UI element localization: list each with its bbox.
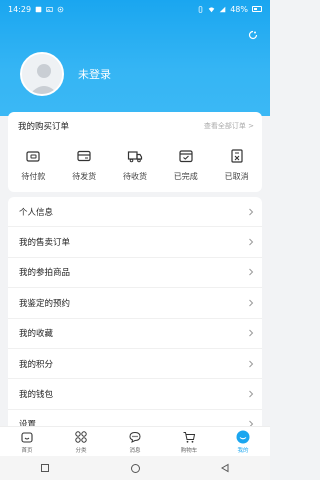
order-pending-payment[interactable]: 待付款	[10, 148, 56, 182]
doc-cancel-icon	[230, 149, 243, 163]
menu-item-auction-items[interactable]: 我的参拍商品	[8, 258, 262, 289]
order-label: 待付款	[21, 172, 46, 181]
bottom-tab-bar: 首页 分类 消息 购物车 我的	[0, 426, 270, 456]
tab-label: 分类	[75, 447, 87, 454]
signal-icon	[219, 6, 226, 12]
system-navigation-bar	[0, 456, 270, 480]
refresh-settings-button[interactable]	[246, 28, 260, 42]
status-bar: 14:29 48%	[0, 0, 270, 18]
login-status[interactable]: 未登录	[78, 66, 111, 82]
tab-category[interactable]: 分类	[54, 430, 108, 454]
tab-messages[interactable]: 消息	[108, 430, 162, 454]
image-icon	[46, 6, 53, 12]
home-button[interactable]	[128, 461, 142, 475]
battery-percent: 48%	[230, 4, 248, 14]
wallet-icon	[26, 151, 40, 162]
default-avatar-icon	[22, 54, 62, 94]
settings-menu: 个人信息 我的售卖订单 我的参拍商品 我鉴定的预约 我的收藏 我的积分 我的钱包…	[8, 197, 262, 441]
status-time: 14:29	[8, 4, 32, 14]
tab-label: 消息	[129, 447, 141, 454]
chevron-right-icon	[249, 329, 254, 337]
order-cancelled[interactable]: 已取消	[214, 148, 260, 182]
menu-item-label: 我鉴定的预约	[19, 298, 71, 309]
order-pending-shipment[interactable]: 待发货	[61, 148, 107, 182]
grid-icon	[75, 430, 87, 443]
at-icon	[57, 6, 64, 12]
notification-icon	[35, 6, 42, 12]
circle-icon	[130, 463, 140, 473]
tab-profile[interactable]: 我的	[216, 430, 270, 454]
chevron-right-icon	[249, 299, 254, 307]
purchase-orders-title: 我的购买订单	[18, 122, 70, 132]
order-completed[interactable]: 已完成	[163, 148, 209, 182]
menu-item-wallet[interactable]: 我的钱包	[8, 379, 262, 410]
order-label: 待收货	[122, 172, 147, 181]
chevron-right-icon	[249, 390, 254, 398]
chevron-right-icon	[249, 360, 254, 367]
tab-label: 首页	[21, 447, 33, 454]
message-icon	[129, 431, 141, 443]
order-label: 待发货	[72, 172, 97, 181]
recent-apps-button[interactable]	[38, 461, 52, 475]
tab-label: 购物车	[180, 447, 198, 454]
battery-icon	[252, 6, 262, 12]
box-check-icon	[179, 150, 193, 163]
menu-item-label: 我的积分	[19, 359, 54, 370]
vibrate-icon	[198, 5, 203, 13]
back-button[interactable]	[218, 461, 232, 475]
menu-item-label: 我的钱包	[19, 390, 54, 401]
chevron-right-icon	[249, 238, 254, 246]
order-pending-receipt[interactable]: 待收货	[112, 148, 158, 182]
order-label: 已完成	[173, 172, 198, 181]
avatar[interactable]	[20, 52, 64, 96]
tab-home[interactable]: 首页	[0, 430, 54, 454]
user-icon	[236, 430, 250, 443]
profile-header: 14:29 48% 未登录	[0, 0, 270, 116]
menu-item-points[interactable]: 我的积分	[8, 349, 262, 380]
tab-label: 我的	[237, 447, 249, 454]
menu-item-appraisal-bookings[interactable]: 我鉴定的预约	[8, 288, 262, 319]
refresh-settings-icon	[248, 30, 258, 40]
menu-item-label: 我的售卖订单	[19, 238, 71, 249]
order-label: 已取消	[224, 172, 249, 181]
chevron-right-icon	[249, 208, 254, 216]
purchase-orders-card: 我的购买订单 查看全部订单 > 待付款 待发货 待收货 已完成 已取消	[8, 112, 262, 192]
card-icon	[77, 150, 91, 162]
menu-item-label: 我的收藏	[19, 329, 54, 340]
menu-item-label: 个人信息	[19, 207, 54, 218]
wifi-icon	[208, 6, 215, 12]
square-icon	[41, 464, 49, 472]
home-icon	[21, 431, 33, 443]
tab-cart[interactable]: 购物车	[162, 430, 216, 454]
truck-icon	[127, 151, 143, 163]
triangle-back-icon	[221, 463, 229, 473]
view-all-orders-link[interactable]: 查看全部订单 >	[204, 121, 254, 131]
menu-item-personal-info[interactable]: 个人信息	[8, 197, 262, 228]
chevron-right-icon	[249, 269, 254, 276]
menu-item-label: 我的参拍商品	[19, 268, 71, 279]
menu-item-favorites[interactable]: 我的收藏	[8, 319, 262, 349]
cart-icon	[183, 431, 196, 443]
menu-item-sales-orders[interactable]: 我的售卖订单	[8, 227, 262, 258]
